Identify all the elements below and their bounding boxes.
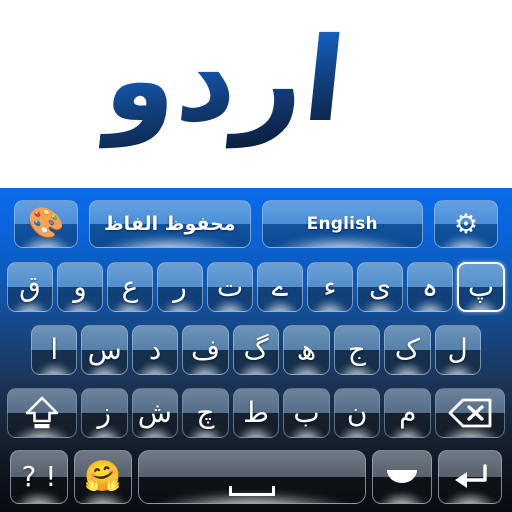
key-te[interactable]: ت [207, 261, 253, 312]
theme-button[interactable]: 🎨 [14, 200, 78, 248]
key-label: چ [196, 395, 215, 429]
shift-arrow-icon [25, 396, 59, 428]
backspace-key[interactable] [435, 387, 506, 438]
symbols-key[interactable]: ! ? [10, 450, 68, 504]
key-label: ! ? [21, 460, 57, 493]
key-noon[interactable]: ن [333, 387, 381, 438]
keyboard-row-1: قوعرتےءیہپ [0, 255, 512, 318]
key-ain[interactable]: ع [107, 261, 153, 312]
key-ye[interactable]: ی [357, 261, 403, 312]
return-arrow-icon [455, 464, 487, 488]
key-che[interactable]: چ [182, 387, 229, 438]
key-re[interactable]: ر [157, 261, 203, 312]
language-label: English [306, 213, 378, 234]
key-dal[interactable]: د [131, 324, 179, 375]
key-label: ر [173, 269, 187, 303]
keyboard-row-2: اسدفگھجکل [0, 318, 512, 381]
keyboard-toolbar: 🎨 محفوظ الفاظ English ⚙ [0, 193, 512, 255]
key-waw[interactable]: و [57, 261, 103, 312]
key-do-chashmi-he[interactable]: ھ [283, 324, 330, 375]
shift-key[interactable] [7, 387, 77, 438]
preview-banner: اردو [0, 0, 512, 193]
key-label: ک [394, 332, 420, 366]
hugging-face-emoji: 🤗 [84, 459, 122, 494]
keyboard: 🎨 محفوظ الفاظ English ⚙ قوعرتےءیہپ اسدفگ… [0, 193, 512, 512]
gear-icon: ⚙ [453, 208, 479, 240]
urdu-keyboard-app: اردو 🎨 محفوظ الفاظ English ⚙ قوعرتےءیہپ … [0, 0, 512, 512]
key-gol-he[interactable]: ہ [407, 261, 453, 312]
key-label: س [87, 332, 122, 366]
key-label: ت [216, 269, 244, 303]
backspace-icon [448, 398, 492, 427]
key-label: ہ [421, 269, 439, 303]
keyboard-row-4: ! ? 🤗 [0, 444, 512, 510]
key-label: ن [346, 395, 368, 429]
key-label: ا [50, 332, 59, 366]
key-label: ھ [296, 332, 317, 366]
key-seen[interactable]: س [81, 324, 128, 375]
key-jeem[interactable]: ج [333, 324, 381, 375]
key-label: ز [97, 395, 112, 429]
key-label: ع [121, 269, 139, 303]
space-key[interactable] [138, 450, 366, 504]
language-button[interactable]: English [261, 200, 423, 248]
key-label: ق [19, 269, 41, 303]
keyboard-row-3: زشچطبنم [0, 381, 512, 444]
key-label: د [148, 332, 162, 366]
key-be[interactable]: ب [283, 387, 330, 438]
key-meem[interactable]: م [384, 387, 432, 438]
settings-button[interactable]: ⚙ [434, 200, 498, 248]
key-label: ے [271, 269, 289, 303]
space-bar-icon [229, 486, 275, 496]
enter-key[interactable] [438, 450, 502, 504]
diacritic-key[interactable] [372, 450, 432, 504]
saved-words-button[interactable]: محفوظ الفاظ [89, 200, 251, 248]
key-label: پ [467, 269, 495, 303]
key-kaf[interactable]: ک [384, 324, 431, 375]
key-bari-ye[interactable]: ے [257, 261, 303, 312]
key-label: ی [369, 269, 391, 303]
key-label: م [399, 395, 417, 429]
saved-words-label: محفوظ الفاظ [103, 212, 236, 235]
key-label: ج [347, 332, 366, 366]
key-label: ف [191, 332, 221, 366]
key-ze[interactable]: ز [81, 387, 128, 438]
key-fe[interactable]: ف [182, 324, 229, 375]
key-lam[interactable]: ل [434, 324, 481, 375]
palette-icon: 🎨 [27, 206, 65, 241]
key-gaf[interactable]: گ [232, 324, 280, 375]
key-hamza[interactable]: ء [307, 261, 353, 312]
key-label: ل [447, 332, 468, 366]
key-label: ط [243, 395, 269, 429]
crescent-icon [387, 470, 417, 483]
key-label: گ [243, 332, 269, 366]
key-label: ء [323, 269, 337, 303]
key-qaf[interactable]: ق [7, 261, 53, 312]
key-alif[interactable]: ا [31, 324, 78, 375]
banner-word: اردو [98, 4, 352, 157]
key-sheen[interactable]: ش [131, 387, 179, 438]
key-toe[interactable]: ط [232, 387, 280, 438]
key-pe[interactable]: پ [457, 261, 505, 312]
emoji-key[interactable]: 🤗 [74, 450, 132, 504]
key-label: و [73, 269, 87, 303]
key-label: ب [293, 395, 320, 429]
key-label: ش [137, 395, 172, 429]
